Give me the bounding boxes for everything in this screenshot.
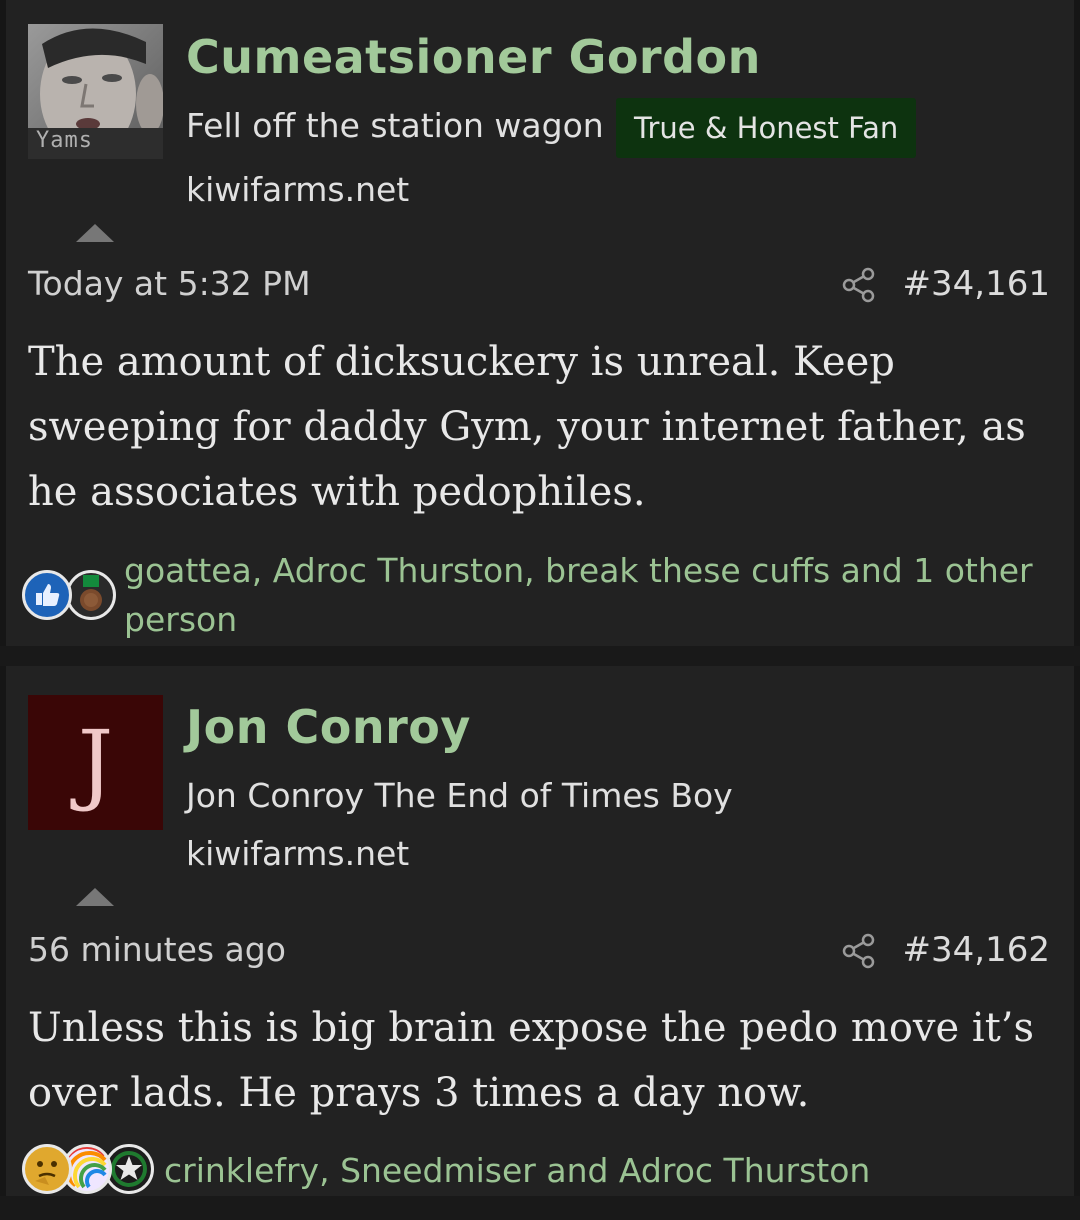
reaction-icons[interactable] (22, 1144, 162, 1204)
thinking-face-icon (22, 1144, 72, 1194)
avatar[interactable]: J (28, 695, 163, 830)
avatar-caption: Yams (36, 128, 93, 153)
user-title: Fell off the station wagon (186, 106, 604, 145)
reaction-icons[interactable] (22, 570, 122, 630)
user-title: Jon Conroy The End of Times Boy (186, 776, 733, 815)
reaction-users[interactable]: goattea, Adroc Thurston, break these cuf… (124, 546, 1054, 644)
caret-up-icon (76, 888, 114, 906)
post-number[interactable]: #34,161 (903, 264, 1050, 304)
site-label: kiwifarms.net (186, 834, 410, 873)
username[interactable]: Cumeatsioner Gordon (186, 30, 761, 84)
post-timestamp[interactable]: 56 minutes ago (28, 930, 286, 969)
share-icon[interactable] (842, 267, 876, 303)
avatar-letter: J (77, 711, 114, 814)
medal-icon (66, 570, 116, 620)
site-label: kiwifarms.net (186, 170, 410, 209)
post-body: The amount of dicksuckery is unreal. Kee… (28, 339, 1026, 515)
post: Yams Cumeatsioner Gordon Fell off the st… (6, 0, 1074, 646)
thumbs-up-icon (22, 570, 72, 620)
post-number[interactable]: #34,162 (903, 930, 1050, 970)
share-icon[interactable] (842, 933, 876, 969)
user-banner-badge: True & Honest Fan (616, 98, 917, 158)
post-timestamp[interactable]: Today at 5:32 PM (28, 264, 311, 303)
post-separator (0, 1196, 1080, 1220)
username[interactable]: Jon Conroy (186, 700, 471, 754)
avatar[interactable]: Yams (28, 24, 163, 159)
reaction-users[interactable]: crinklefry, Sneedmiser and Adroc Thursto… (164, 1146, 1054, 1195)
post: J Jon Conroy Jon Conroy The End of Times… (6, 666, 1074, 1196)
caret-up-icon (76, 224, 114, 242)
post-separator (0, 646, 1080, 666)
post-body: Unless this is big brain expose the pedo… (28, 1005, 1035, 1116)
